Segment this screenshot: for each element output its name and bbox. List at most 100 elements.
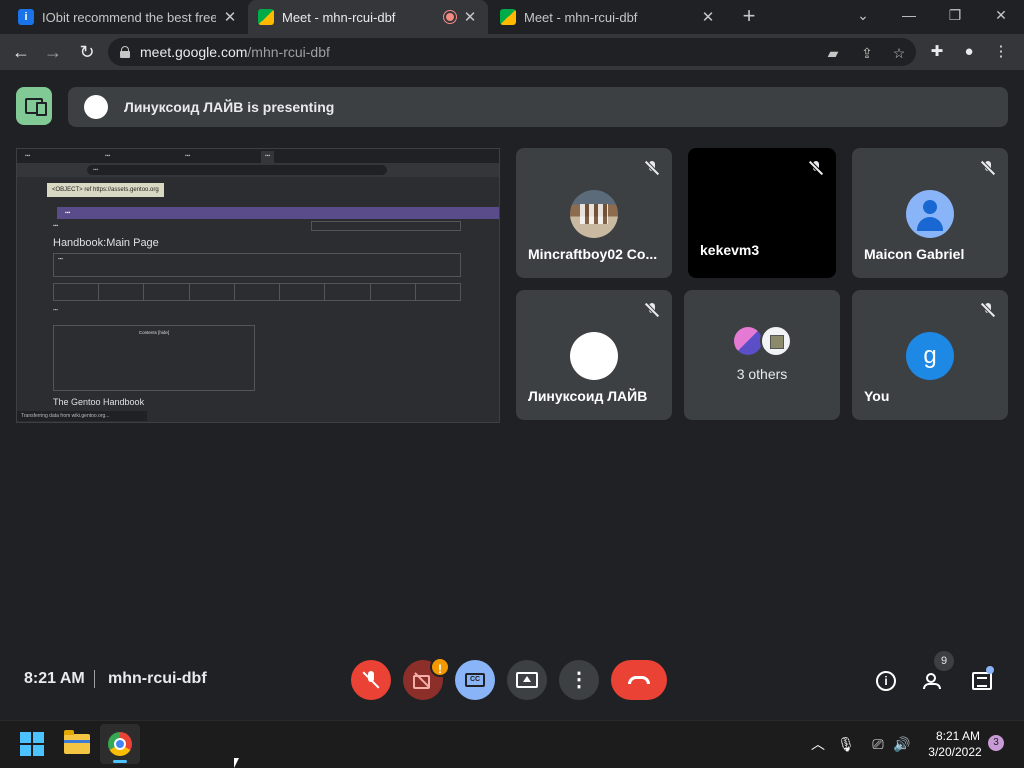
tray-overflow-chevron-icon[interactable]: ︿: [808, 734, 828, 754]
bookmark-star-icon[interactable]: ☆: [888, 44, 910, 62]
shared-tabstrip: ▪▪▪ ▪▪▪ ▪▪▪ ▪▪▪: [17, 149, 499, 163]
url-path: /mhn-rcui-dbf: [247, 44, 330, 60]
taskbar-clock-time[interactable]: 8:21 AM: [928, 729, 988, 743]
file-explorer-button[interactable]: [61, 728, 93, 760]
separator: [94, 670, 95, 688]
camera-warning-badge: !: [430, 657, 450, 677]
minimize-button[interactable]: —: [886, 0, 932, 30]
browser-menu-icon[interactable]: ⋮: [988, 40, 1014, 64]
shared-object-tooltip: <OBJECT> ref https://assets.gentoo.org: [47, 183, 164, 197]
extensions-icon[interactable]: ✚: [924, 40, 950, 64]
close-icon[interactable]: ✕: [462, 8, 478, 26]
new-tab-button[interactable]: +: [736, 4, 762, 30]
chat-notification-dot: [986, 666, 994, 674]
tab-iobit[interactable]: i IObit recommend the best free, f ✕: [8, 0, 248, 34]
shared-url: ▪▪▪: [87, 165, 387, 175]
participant-tile[interactable]: kekevm3: [688, 148, 836, 278]
windows-logo-icon: [20, 732, 44, 756]
meeting-details-button[interactable]: i: [872, 668, 900, 694]
end-call-button[interactable]: [611, 660, 667, 700]
reload-button[interactable]: ↻: [74, 40, 100, 64]
participant-name: Maicon Gabriel: [864, 246, 965, 262]
active-app-indicator: [113, 760, 127, 763]
restore-button[interactable]: ❐: [932, 0, 978, 30]
close-icon[interactable]: ✕: [700, 8, 716, 26]
self-avatar: g: [906, 332, 954, 380]
tab-title: Meet - mhn-rcui-dbf: [282, 9, 396, 25]
shared-search: [311, 221, 461, 231]
volume-icon[interactable]: 🔊: [892, 734, 912, 754]
microphone-toggle-button[interactable]: [351, 660, 391, 700]
participant-name: Линуксоид ЛАЙВ: [528, 388, 648, 404]
address-bar[interactable]: meet.google.com /mhn-rcui-dbf ▰ ⇪ ☆: [108, 38, 916, 66]
present-now-button[interactable]: [507, 660, 547, 700]
start-button[interactable]: [16, 728, 48, 760]
iobit-icon: i: [18, 9, 34, 25]
participant-tile[interactable]: Mincraftboy02 Co...: [516, 148, 672, 278]
present-screen-icon: [516, 672, 538, 688]
participant-tile[interactable]: Линуксоид ЛАЙВ: [516, 290, 672, 420]
tab-meet[interactable]: Meet - mhn-rcui-dbf ✕: [490, 0, 726, 34]
close-icon[interactable]: ✕: [222, 8, 238, 26]
tab-title: IObit recommend the best free, f: [42, 9, 216, 25]
camera-icon[interactable]: ▰: [822, 44, 844, 62]
chat-icon: [972, 672, 992, 690]
shared-tab: ▪▪▪: [105, 153, 111, 159]
tab-meet-active[interactable]: Meet - mhn-rcui-dbf ✕: [248, 0, 488, 34]
people-icon: [923, 673, 945, 689]
notification-badge[interactable]: 3: [988, 735, 1004, 751]
more-vert-icon: ⋮: [569, 669, 589, 691]
others-tile[interactable]: 3 others: [684, 290, 840, 420]
shared-contents-title: Contents [hide]: [138, 330, 170, 335]
url-host: meet.google.com: [140, 44, 248, 60]
shared-tab: ▪▪▪: [25, 153, 31, 159]
info-icon: i: [876, 671, 896, 691]
mouse-cursor-icon: [234, 758, 239, 768]
chrome-taskbar-button[interactable]: [104, 728, 136, 760]
presenting-banner: Линуксоид ЛАЙВ is presenting: [68, 87, 1008, 127]
shared-page-heading: Handbook:Main Page: [53, 237, 159, 249]
shared-subnav: ▪▪▪: [53, 221, 461, 231]
back-button[interactable]: ←: [8, 40, 34, 64]
participant-tile[interactable]: Maicon Gabriel: [852, 148, 1008, 278]
profile-icon[interactable]: ●: [956, 40, 982, 64]
chrome-icon: [108, 732, 132, 756]
share-icon[interactable]: ⇪: [856, 44, 878, 62]
browser-toolbar: ← → ↻ meet.google.com /mhn-rcui-dbf ▰ ⇪ …: [0, 34, 1024, 70]
lock-icon[interactable]: [120, 46, 130, 58]
meet-icon: [258, 9, 274, 25]
shared-tab: ▪▪▪: [185, 153, 191, 159]
people-button[interactable]: [920, 668, 948, 694]
more-options-button[interactable]: ⋮: [559, 660, 599, 700]
presentation-icon[interactable]: [16, 87, 52, 125]
mic-off-icon: [980, 160, 996, 176]
shared-status-bar: Transferring data from wiki.gentoo.org..…: [17, 411, 147, 421]
shared-tab: ▪▪▪: [261, 151, 275, 163]
mic-off-icon: [644, 302, 660, 318]
self-tile[interactable]: g You: [852, 290, 1008, 420]
microphone-tray-icon[interactable]: 🎙: [836, 734, 856, 754]
shared-navbar: ▪▪▪: [57, 207, 499, 219]
end-call-icon: [628, 676, 650, 684]
taskbar-clock-date[interactable]: 3/20/2022: [922, 745, 988, 759]
default-person-avatar: [906, 190, 954, 238]
recording-icon: [444, 11, 456, 23]
participant-name: kekevm3: [700, 242, 760, 258]
participant-name: Mincraftboy02 Co...: [528, 246, 658, 262]
others-count: 3 others: [736, 366, 788, 382]
close-window-button[interactable]: ✕: [978, 0, 1024, 30]
mic-off-icon: [363, 671, 379, 689]
captions-button[interactable]: CC: [455, 660, 495, 700]
presenting-text: Линуксоид ЛАЙВ is presenting: [124, 99, 335, 115]
shared-arch-table: [53, 283, 461, 301]
mic-off-icon: [808, 160, 824, 176]
network-icon[interactable]: ⎚: [868, 734, 888, 754]
presenter-avatar: [84, 95, 108, 119]
participant-avatar: [570, 332, 618, 380]
shared-screen[interactable]: ▪▪▪ ▪▪▪ ▪▪▪ ▪▪▪ ▪▪▪ <OBJECT> ref https:/…: [16, 148, 500, 423]
participant-avatar: [570, 190, 618, 238]
forward-button[interactable]: →: [40, 40, 66, 64]
tab-search-button[interactable]: ⌄: [840, 0, 886, 30]
browser-tab-strip: i IObit recommend the best free, f ✕ Mee…: [0, 0, 1024, 34]
shared-contents-box: Contents [hide]: [53, 325, 255, 391]
